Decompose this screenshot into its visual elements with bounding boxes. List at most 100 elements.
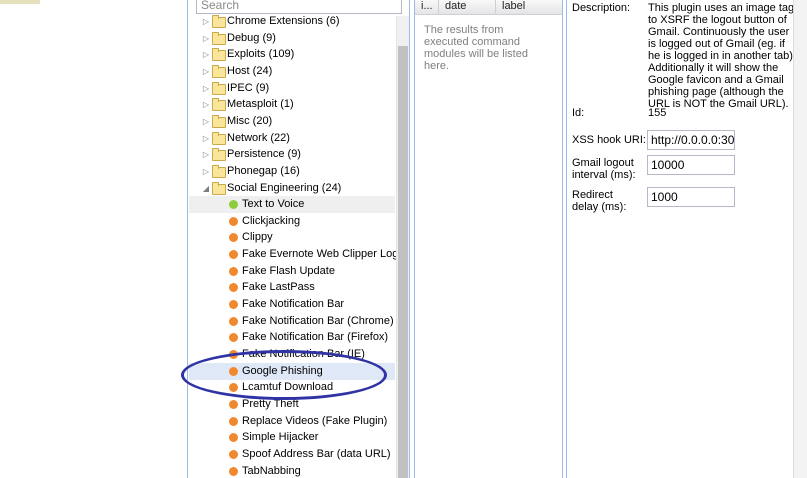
expand-arrow-icon[interactable]: ▷ [201,63,211,80]
folder-icon [212,48,226,62]
command-module-item[interactable]: Clippy [189,229,395,246]
command-module-label: Fake Notification Bar [242,298,345,311]
folder-icon [212,114,226,128]
command-module-item[interactable]: Spoof Address Bar (data URL) [189,446,395,463]
tree-category[interactable]: ▷ Phonegap (16) [189,163,395,180]
status-dot-icon [229,466,238,476]
command-module-label: Fake Notification Bar (Chrome) [242,314,394,327]
command-module-item[interactable]: Fake Notification Bar (Chrome) [189,313,395,330]
command-module-label: Clippy [242,231,273,244]
expand-arrow-icon[interactable]: ▷ [201,30,211,47]
command-module-label: Replace Videos (Fake Plugin) [242,414,388,427]
command-module-label: Fake Notification Bar (IE) [242,348,365,360]
results-empty-message: The results from executed command module… [424,24,528,72]
status-dot-icon [229,216,238,226]
command-module-item[interactable]: Lcamtuf Download [189,379,395,396]
xss-hook-uri-label: XSS hook URI: [572,134,646,146]
command-module-label: Fake Flash Update [242,264,335,277]
status-dot-icon [229,383,238,393]
results-grid-header: i... date label [415,0,562,15]
expand-arrow-icon[interactable]: ▷ [201,96,211,113]
command-module-label: Simple Hijacker [242,431,319,444]
expand-arrow-icon[interactable]: ▷ [201,130,211,147]
column-header-id[interactable]: i... [415,0,439,14]
tree-category-label: Metasploit (1) [227,98,294,111]
status-dot-icon [229,266,238,276]
command-module-label: Spoof Address Bar (data URL) [242,447,391,460]
tree-scrollbar-thumb[interactable] [398,46,408,478]
collapse-arrow-icon[interactable]: ◢ [201,180,211,197]
expand-arrow-icon[interactable]: ▷ [201,13,211,30]
expand-arrow-icon[interactable]: ▷ [201,146,211,163]
command-module-item[interactable]: Replace Videos (Fake Plugin) [189,413,395,430]
id-label: Id: [572,107,585,119]
search-input[interactable]: Search [196,0,402,14]
status-dot-icon [229,399,238,409]
command-module-label: Text to Voice [242,198,305,211]
tree-category-label: Phonegap (16) [227,164,300,177]
folder-icon [212,98,226,112]
expand-arrow-icon[interactable]: ▷ [201,80,211,97]
column-header-date[interactable]: date [439,0,496,14]
xss-hook-uri-input[interactable]: http://0.0.0.0:30 [647,130,735,150]
status-dot-icon [229,233,238,243]
tree-category[interactable]: ▷ Network (22) [189,130,395,147]
description-text: This plugin uses an image tag to XSRF th… [648,2,796,110]
status-dot-icon [229,366,238,376]
command-module-item[interactable]: Google Phishing [189,362,395,380]
command-module-item[interactable]: Text to Voice [189,196,395,214]
status-dot-icon [229,416,238,426]
status-dot-icon [229,433,238,443]
command-module-item[interactable]: Pretty Theft [189,396,395,413]
command-module-item[interactable]: Fake Notification Bar (IE) [189,346,395,363]
folder-icon [212,81,226,95]
command-module-item[interactable]: Fake Notification Bar [189,296,395,313]
command-module-item[interactable]: Clickjacking [189,213,395,230]
command-module-item[interactable]: Fake Flash Update [189,263,395,280]
command-module-item[interactable]: Simple Hijacker [189,429,395,446]
command-results-panel: i... date label The results from execute… [414,0,563,478]
tree-category-label: Social Engineering (24) [227,181,342,194]
command-module-item[interactable]: TabNabbing [189,463,395,478]
redirect-delay-input[interactable]: 1000 [647,187,735,207]
folder-icon [212,64,226,78]
status-dot-icon [229,200,238,210]
tree-category[interactable]: ▷ Metasploit (1) [189,96,395,113]
command-module-label: Fake Evernote Web Clipper Login [242,248,407,261]
tree-category[interactable]: ▷ Chrome Extensions (6) [189,13,395,30]
gmail-logout-interval-input[interactable]: 10000 [647,155,735,175]
tree-category[interactable]: ▷ Host (24) [189,63,395,80]
module-tree-panel: Search ▷ Chrome Extensions (6) ▷ Debug (9) ▷… [187,0,410,478]
folder-icon [212,15,226,28]
tree-category[interactable]: ▷ Debug (9) [189,30,395,47]
description-label: Description: [572,2,631,14]
status-dot-icon [229,300,238,310]
top-left-fragment [0,0,40,4]
redirect-delay-label: Redirect delay (ms): [572,189,627,213]
tree-category-label: Chrome Extensions (6) [227,15,340,27]
command-module-item[interactable]: Fake LastPass [189,279,395,296]
status-dot-icon [229,350,238,359]
column-header-label[interactable]: label [496,0,562,14]
command-module-item[interactable]: Fake Notification Bar (Firefox) [189,329,395,346]
folder-icon [212,31,226,45]
expand-arrow-icon[interactable]: ▷ [201,163,211,180]
details-scrollbar[interactable] [793,0,807,478]
tree-category-label: Persistence (9) [227,148,301,161]
expand-arrow-icon[interactable]: ▷ [201,46,211,63]
command-module-label: Fake LastPass [242,281,315,294]
tree-scrollbar[interactable] [396,16,409,478]
tree-category[interactable]: ◢ Social Engineering (24) [189,180,395,197]
folder-icon [212,131,226,145]
folder-icon [212,148,226,162]
tree-category-label: Host (24) [227,64,273,77]
status-dot-icon [229,283,238,293]
tree-category[interactable]: ▷ Misc (20) [189,113,395,130]
expand-arrow-icon[interactable]: ▷ [201,113,211,130]
folder-icon [212,164,226,178]
module-details-panel: Description: This plugin uses an image t… [566,0,807,478]
command-module-item[interactable]: Fake Evernote Web Clipper Login [189,246,407,263]
tree-category[interactable]: ▷ IPEC (9) [189,80,395,97]
tree-category[interactable]: ▷ Persistence (9) [189,146,395,163]
tree-category[interactable]: ▷ Exploits (109) [189,46,395,63]
